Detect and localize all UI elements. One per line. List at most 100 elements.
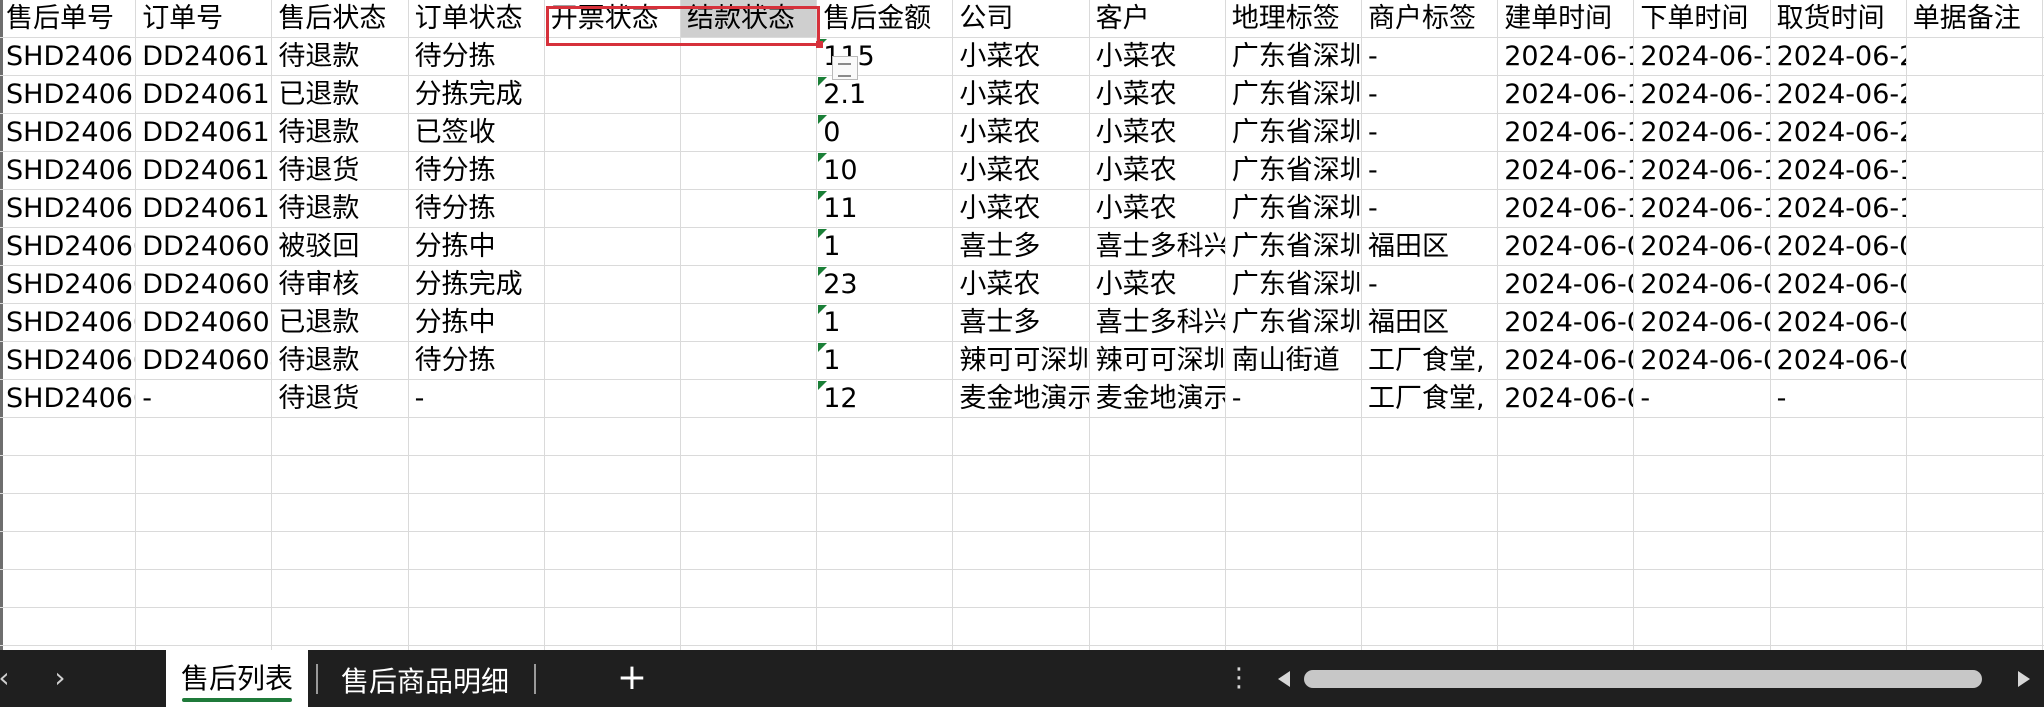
- table-cell[interactable]: 被驳回: [272, 228, 409, 265]
- table-cell[interactable]: [0, 418, 137, 455]
- table-cell[interactable]: SHD24060: [0, 342, 137, 379]
- table-cell[interactable]: 2.1: [817, 76, 954, 113]
- scroll-tabs-right-icon[interactable]: ›: [42, 658, 78, 698]
- table-cell[interactable]: [136, 532, 273, 569]
- table-cell[interactable]: [1771, 608, 1907, 645]
- table-cell[interactable]: [409, 494, 545, 531]
- table-cell[interactable]: [1907, 570, 2043, 607]
- table-cell[interactable]: [1907, 608, 2043, 645]
- table-cell[interactable]: 2024-06-18: [1634, 76, 1771, 113]
- table-cell[interactable]: [1907, 342, 2043, 379]
- table-cell[interactable]: [545, 494, 681, 531]
- table-cell[interactable]: [136, 456, 273, 493]
- table-cell[interactable]: 广东省深圳: [1226, 266, 1362, 303]
- table-cell[interactable]: [1090, 570, 1226, 607]
- table-cell[interactable]: [1226, 608, 1362, 645]
- table-cell[interactable]: [545, 152, 681, 189]
- table-cell[interactable]: SHD24061: [0, 152, 137, 189]
- table-cell[interactable]: [409, 608, 545, 645]
- table-cell[interactable]: 小菜农: [953, 114, 1090, 151]
- table-cell[interactable]: 小菜农: [1090, 152, 1226, 189]
- table-cell[interactable]: [953, 456, 1090, 493]
- header-cell[interactable]: 客户: [1090, 0, 1226, 37]
- table-cell[interactable]: [1498, 532, 1635, 569]
- table-cell[interactable]: 待退款: [272, 114, 409, 151]
- table-cell[interactable]: [1634, 608, 1771, 645]
- table-cell[interactable]: [1771, 570, 1907, 607]
- table-cell[interactable]: 小菜农: [953, 38, 1090, 75]
- table-cell[interactable]: 2024-06-13: [1771, 190, 1907, 227]
- table-cell[interactable]: [1907, 76, 2043, 113]
- table-cell[interactable]: [545, 380, 681, 417]
- table-cell[interactable]: 2024-06-21: [1771, 76, 1907, 113]
- header-cell[interactable]: 单据备注: [1907, 0, 2043, 37]
- table-cell[interactable]: [1362, 608, 1499, 645]
- scroll-tabs-left-icon[interactable]: ‹: [0, 658, 22, 698]
- table-cell[interactable]: 喜士多: [953, 304, 1090, 341]
- table-cell[interactable]: [1907, 494, 2043, 531]
- table-cell[interactable]: 分拣完成: [409, 76, 545, 113]
- header-cell[interactable]: 商户标签: [1362, 0, 1499, 37]
- table-cell[interactable]: [409, 456, 545, 493]
- table-cell[interactable]: 2024-06-08: [1771, 266, 1907, 303]
- table-cell[interactable]: [1498, 456, 1635, 493]
- table-cell[interactable]: [681, 38, 818, 75]
- table-cell[interactable]: 分拣中: [409, 228, 545, 265]
- table-cell[interactable]: 2024-06-04: [1498, 342, 1635, 379]
- table-cell[interactable]: [0, 532, 137, 569]
- table-cell[interactable]: 0: [817, 114, 954, 151]
- table-cell[interactable]: 待退款: [272, 38, 409, 75]
- table-cell[interactable]: [545, 266, 681, 303]
- table-cell[interactable]: [272, 570, 409, 607]
- table-cell[interactable]: -: [1226, 380, 1362, 417]
- table-cell[interactable]: 小菜农: [1090, 114, 1226, 151]
- table-cell[interactable]: [1498, 570, 1635, 607]
- table-cell[interactable]: 南山街道: [1226, 342, 1362, 379]
- spreadsheet-grid[interactable]: 售后单号 订单号 售后状态 订单状态 开票状态 结款状态 售后金额 公司 客户 地理标签 商户标签建…: [0, 0, 2044, 650]
- table-cell[interactable]: 2024-06-17: [1634, 114, 1771, 151]
- table-cell[interactable]: [545, 114, 681, 151]
- table-cell[interactable]: SHD24060: [0, 380, 137, 417]
- header-cell[interactable]: 售后状态: [272, 0, 409, 37]
- table-cell[interactable]: 福田区: [1362, 228, 1499, 265]
- table-cell[interactable]: [409, 418, 545, 455]
- table-cell[interactable]: [1498, 608, 1635, 645]
- table-cell[interactable]: DD240603: [136, 304, 273, 341]
- table-cell[interactable]: [1771, 418, 1907, 455]
- table-cell[interactable]: [0, 456, 137, 493]
- table-cell[interactable]: 喜士多: [953, 228, 1090, 265]
- table-cell[interactable]: [1362, 494, 1499, 531]
- table-cell[interactable]: 2024-06-04: [1634, 228, 1771, 265]
- table-cell[interactable]: [681, 152, 818, 189]
- table-cell[interactable]: [953, 494, 1090, 531]
- table-cell[interactable]: SHD24061: [0, 38, 137, 75]
- header-cell[interactable]: 公司: [953, 0, 1090, 37]
- table-cell[interactable]: [272, 494, 409, 531]
- table-cell[interactable]: 广东省深圳: [1226, 190, 1362, 227]
- table-cell[interactable]: [409, 532, 545, 569]
- header-cell[interactable]: 地理标签: [1226, 0, 1362, 37]
- table-cell[interactable]: [545, 304, 681, 341]
- table-cell[interactable]: [272, 608, 409, 645]
- table-cell[interactable]: [817, 532, 954, 569]
- table-cell[interactable]: [817, 456, 954, 493]
- table-cell[interactable]: [1090, 418, 1226, 455]
- table-cell[interactable]: 2024-06-04: [1498, 380, 1635, 417]
- table-cell[interactable]: DD240617: [136, 114, 273, 151]
- table-cell[interactable]: [1907, 190, 2043, 227]
- table-cell[interactable]: [1907, 456, 2043, 493]
- table-cell[interactable]: 已退款: [272, 76, 409, 113]
- table-cell[interactable]: 待分拣: [409, 342, 545, 379]
- add-sheet-button[interactable]: +: [610, 654, 654, 702]
- scroll-left-icon[interactable]: [1278, 671, 1290, 687]
- header-cell[interactable]: 结款状态: [681, 0, 818, 37]
- table-cell[interactable]: 工厂食堂,: [1362, 380, 1499, 417]
- table-cell[interactable]: 2024-06-14: [1498, 152, 1635, 189]
- table-cell[interactable]: [0, 608, 137, 645]
- table-cell[interactable]: 麦金地演示: [953, 380, 1090, 417]
- table-cell[interactable]: [545, 228, 681, 265]
- table-cell[interactable]: [681, 342, 818, 379]
- table-cell[interactable]: -: [1362, 38, 1499, 75]
- table-cell[interactable]: 2024-06-05: [1498, 266, 1635, 303]
- table-cell[interactable]: [1090, 456, 1226, 493]
